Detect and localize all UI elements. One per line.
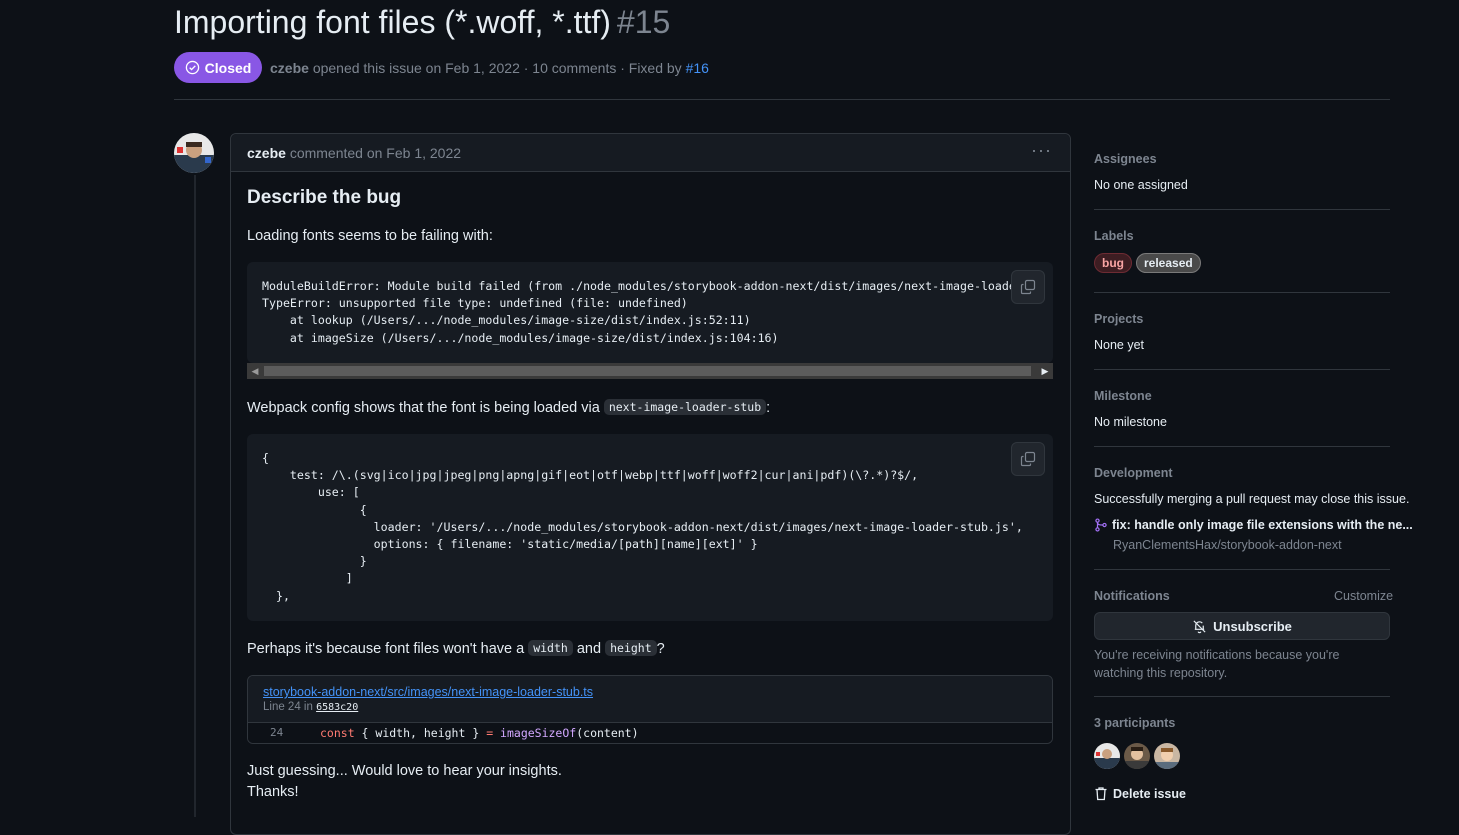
avatar[interactable] <box>174 133 214 173</box>
comment-date[interactable]: commented on Feb 1, 2022 <box>290 145 461 161</box>
p3-qmark: ? <box>656 641 665 657</box>
code-function: imageSizeOf <box>493 726 577 740</box>
milestone-label[interactable]: Milestone <box>1094 389 1152 403</box>
participant-avatar-image <box>1124 743 1150 769</box>
comment-paragraph-3: Perhaps it's because font files won't ha… <box>247 640 665 657</box>
label-released[interactable]: released <box>1136 253 1201 273</box>
projects-value: None yet <box>1094 338 1145 352</box>
sidebar-divider <box>1094 369 1390 370</box>
copy-button-1[interactable] <box>1011 270 1045 304</box>
copy-icon <box>1020 279 1036 295</box>
sidebar-divider <box>1094 292 1390 293</box>
development-note: Successfully merging a pull request may … <box>1094 492 1410 506</box>
delete-issue-label: Delete issue <box>1113 786 1186 801</box>
code-args: (content) <box>576 726 639 740</box>
permalink-code-line: 24 const { width, height } = imageSizeOf… <box>248 723 1052 743</box>
copy-button-2[interactable] <box>1011 442 1045 476</box>
notifications-label: Notifications <box>1094 589 1170 603</box>
inline-code-loader: next-image-loader-stub <box>603 399 767 415</box>
participants-list <box>1094 743 1194 769</box>
permalink-line-number: 24 <box>270 726 284 739</box>
kebab-menu-icon[interactable]: ··· <box>1031 141 1052 159</box>
code-block-error: ModuleBuildError: Module build failed (f… <box>247 262 1053 363</box>
code-block-webpack: { test: /\.(svg|ico|jpg|jpeg|png|apng|gi… <box>247 434 1053 621</box>
code-keyword: const <box>320 726 355 740</box>
issue-title: Importing font files (*.woff, *.ttf) #15 <box>174 4 670 41</box>
comment-paragraph-5: Thanks! <box>247 784 299 800</box>
participant-avatar[interactable] <box>1124 743 1150 769</box>
p3-and: and <box>576 641 602 657</box>
label-bug[interactable]: bug <box>1094 253 1132 273</box>
inline-code-width: width <box>528 640 573 656</box>
customize-link[interactable]: Customize <box>1334 589 1393 603</box>
permalink-line-prefix: Line 24 in <box>263 701 313 713</box>
issue-state-badge: Closed <box>174 52 262 83</box>
linked-pr-title[interactable]: fix: handle only image file extensions w… <box>1112 518 1413 532</box>
notifications-note: You're receiving notifications because y… <box>1094 648 1340 680</box>
permalink-path-link[interactable]: storybook-addon-next/src/images/next-ima… <box>263 685 593 699</box>
comment-paragraph-4: Just guessing... Would love to hear your… <box>247 763 562 779</box>
participant-avatar-image <box>1094 743 1120 769</box>
projects-label[interactable]: Projects <box>1094 312 1143 326</box>
issue-author-link[interactable]: czebe <box>270 60 309 76</box>
issue-number: #15 <box>616 4 671 40</box>
assignees-value: No one assigned <box>1094 178 1188 192</box>
sidebar-divider <box>1094 569 1390 570</box>
comment-author-line: czebe commented on Feb 1, 2022 <box>247 145 461 161</box>
p2-text: Webpack config shows that the font is be… <box>247 400 600 416</box>
assignees-label[interactable]: Assignees <box>1094 152 1157 166</box>
participant-avatar[interactable] <box>1094 743 1120 769</box>
labels-list: bug released <box>1094 253 1205 273</box>
avatar-image <box>174 133 214 173</box>
participants-label: 3 participants <box>1094 716 1176 730</box>
labels-label[interactable]: Labels <box>1094 229 1134 243</box>
issue-state-label: Closed <box>204 59 252 76</box>
comment-author[interactable]: czebe <box>247 145 286 161</box>
milestone-value: No milestone <box>1094 415 1167 429</box>
bell-slash-icon <box>1193 619 1206 633</box>
sidebar-divider <box>1094 446 1390 447</box>
scroll-left-arrow-icon[interactable]: ◀ <box>249 365 261 377</box>
code-horizontal-scrollbar[interactable]: ◀ ▶ <box>247 363 1053 379</box>
unsubscribe-label: Unsubscribe <box>1213 618 1292 634</box>
permalink-code: const { width, height } = imageSizeOf(co… <box>320 726 639 740</box>
issue-meta-text: opened this issue on Feb 1, 2022 · 10 co… <box>312 60 682 76</box>
unsubscribe-button[interactable]: Unsubscribe <box>1094 612 1390 640</box>
copy-icon <box>1020 451 1036 467</box>
timeline-line <box>194 175 196 817</box>
sidebar-divider <box>1094 696 1390 697</box>
permalink-box: storybook-addon-next/src/images/next-ima… <box>247 675 1053 744</box>
p3-text: Perhaps it's because font files won't ha… <box>247 641 525 657</box>
issue-title-text: Importing font files (*.woff, *.ttf) <box>174 4 611 40</box>
sidebar-divider <box>1094 209 1390 210</box>
closed-check-icon <box>185 60 199 75</box>
p2-colon: : <box>766 400 771 416</box>
comment-header: czebe commented on Feb 1, 2022 ··· <box>231 134 1070 172</box>
fixed-by-link[interactable]: #16 <box>686 60 709 76</box>
permalink-header: storybook-addon-next/src/images/next-ima… <box>248 676 1052 723</box>
code-destructure: { width, height } <box>354 726 487 740</box>
participant-avatar[interactable] <box>1154 743 1180 769</box>
development-label[interactable]: Development <box>1094 466 1173 480</box>
comment-paragraph-1: Loading fonts seems to be failing with: <box>247 228 493 244</box>
code-block-webpack-text: { test: /\.(svg|ico|jpg|jpeg|png|apng|gi… <box>262 451 1022 603</box>
participant-avatar-image <box>1154 743 1180 769</box>
inline-code-height: height <box>605 640 657 656</box>
linked-pr-link[interactable]: fix: handle only image file extensions w… <box>1094 518 1413 532</box>
code-block-error-text: ModuleBuildError: Module build failed (f… <box>262 279 1022 345</box>
header-divider <box>174 99 1390 100</box>
scrollbar-thumb[interactable] <box>264 366 1031 376</box>
scroll-right-arrow-icon[interactable]: ▶ <box>1039 365 1051 377</box>
comment-heading: Describe the bug <box>247 187 402 208</box>
permalink-line-info: Line 24 in 6583c20 <box>263 701 358 713</box>
permalink-sha-link[interactable]: 6583c20 <box>316 702 358 713</box>
linked-pr-repo: RyanClementsHax/storybook-addon-next <box>1113 538 1342 552</box>
merged-pr-icon <box>1095 518 1107 532</box>
trash-icon <box>1095 787 1107 801</box>
issue-meta: czebe opened this issue on Feb 1, 2022 ·… <box>270 60 709 76</box>
delete-issue-button[interactable]: Delete issue <box>1094 786 1186 801</box>
comment-paragraph-2: Webpack config shows that the font is be… <box>247 399 770 416</box>
